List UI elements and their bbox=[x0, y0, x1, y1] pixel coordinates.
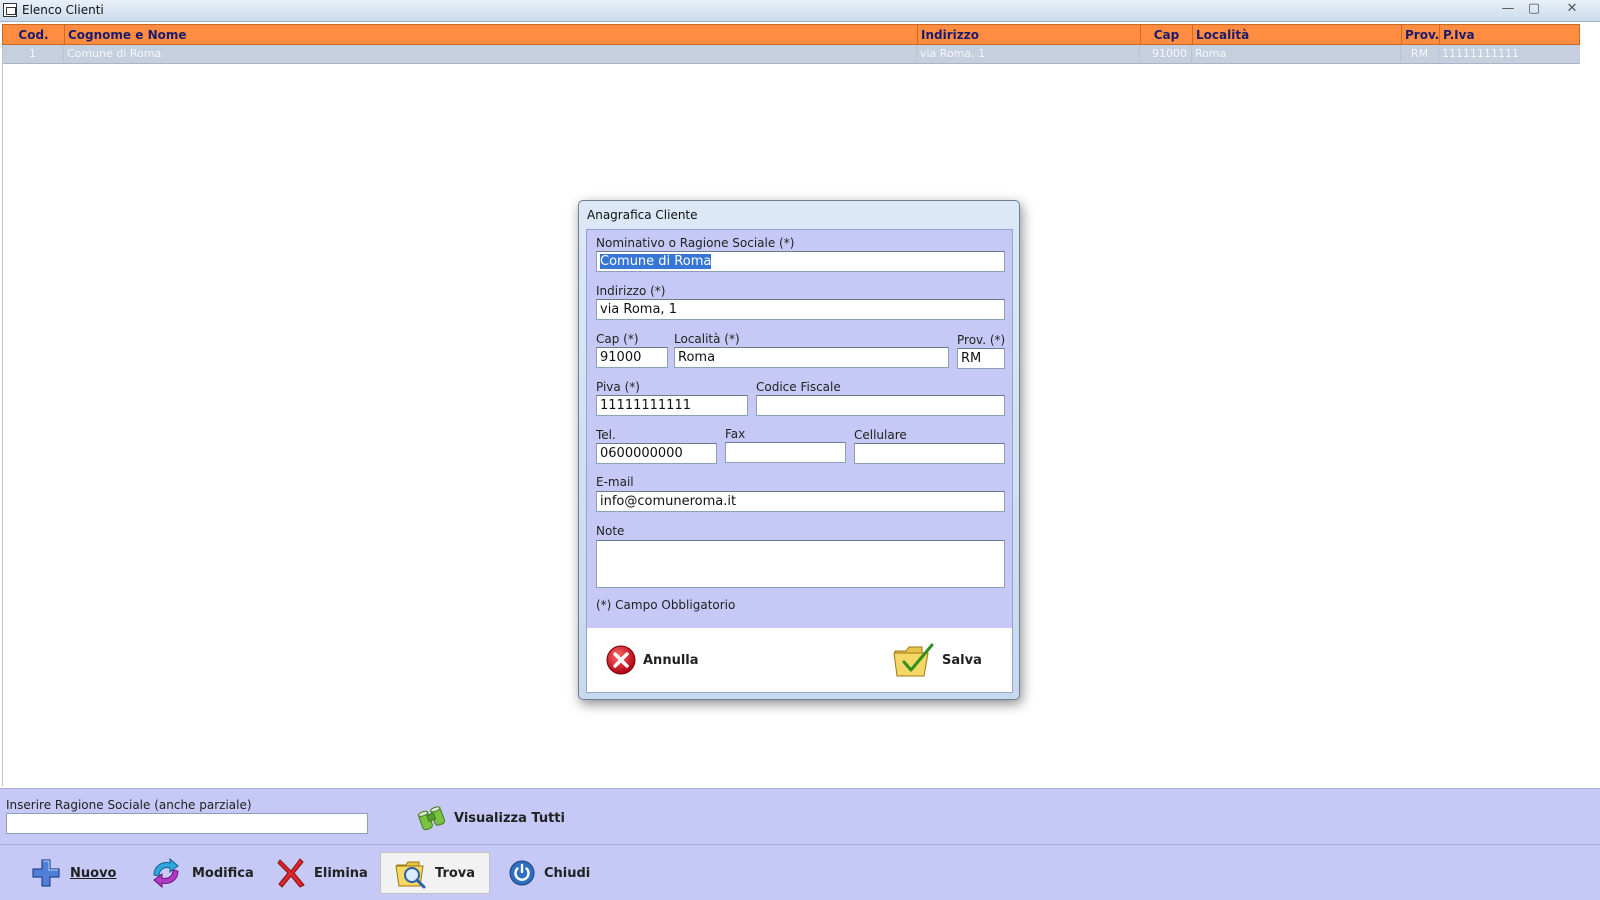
required-note: (*) Campo Obbligatorio bbox=[596, 598, 736, 612]
note-textarea[interactable] bbox=[596, 540, 1005, 588]
column-header-prov[interactable]: Prov. bbox=[1402, 25, 1440, 45]
find-button-label: Trova bbox=[435, 865, 476, 881]
close-button[interactable]: Chiudi bbox=[494, 852, 604, 894]
show-all-label: Visualizza Tutti bbox=[454, 810, 565, 826]
delete-x-icon bbox=[277, 858, 305, 888]
dialog-form-panel: Nominativo o Ragione Sociale (*) Comune … bbox=[586, 229, 1013, 629]
fax-field[interactable] bbox=[725, 442, 846, 463]
window-titlebar: Elenco Clienti — ▢ ✕ bbox=[0, 0, 1600, 22]
client-dialog: Anagrafica Cliente Nominativo o Ragione … bbox=[578, 200, 1020, 700]
app-icon bbox=[3, 3, 17, 17]
localita-field[interactable]: Roma bbox=[674, 347, 949, 368]
piva-label: Piva (*) bbox=[596, 380, 640, 394]
plus-icon bbox=[32, 859, 60, 887]
dialog-title: Anagrafica Cliente bbox=[587, 208, 698, 222]
delete-button-label: Elimina bbox=[314, 865, 368, 881]
edit-button[interactable]: Modifica bbox=[134, 852, 268, 894]
cancel-button-label: Annulla bbox=[643, 652, 699, 668]
cellulare-field[interactable] bbox=[854, 443, 1005, 464]
localita-label: Località (*) bbox=[674, 332, 740, 346]
minimize-button[interactable]: — bbox=[1496, 1, 1520, 19]
edit-button-label: Modifica bbox=[192, 865, 254, 881]
new-button-label: Nuovo bbox=[70, 866, 116, 881]
close-window-button[interactable]: ✕ bbox=[1560, 1, 1584, 19]
search-panel: Inserire Ragione Sociale (anche parziale… bbox=[0, 788, 1600, 844]
codice-fiscale-field[interactable] bbox=[756, 395, 1005, 416]
prov-field[interactable]: RM bbox=[957, 348, 1005, 369]
refresh-arrows-icon bbox=[153, 857, 179, 889]
tel-field[interactable]: 0600000000 bbox=[596, 443, 717, 464]
power-icon bbox=[509, 860, 535, 886]
fax-label: Fax bbox=[725, 427, 746, 441]
find-button[interactable]: Trova bbox=[380, 852, 491, 894]
folder-check-icon bbox=[893, 643, 934, 677]
indirizzo-field[interactable]: via Roma, 1 bbox=[596, 299, 1005, 320]
cancel-icon bbox=[606, 645, 636, 675]
column-header-cod[interactable]: Cod. bbox=[3, 25, 65, 45]
column-header-cap[interactable]: Cap bbox=[1141, 25, 1193, 45]
close-button-label: Chiudi bbox=[544, 865, 591, 881]
column-header-indirizzo[interactable]: Indirizzo bbox=[918, 25, 1141, 45]
codice-fiscale-label: Codice Fiscale bbox=[756, 380, 841, 394]
search-input[interactable] bbox=[6, 813, 368, 834]
indirizzo-label: Indirizzo (*) bbox=[596, 284, 666, 298]
delete-button[interactable]: Elimina bbox=[262, 852, 382, 894]
search-folder-icon bbox=[395, 861, 426, 889]
dialog-footer: Annulla Salva bbox=[586, 628, 1013, 693]
column-header-name[interactable]: Cognome e Nome bbox=[65, 25, 918, 45]
window-title: Elenco Clienti bbox=[22, 3, 104, 17]
new-button-text: Nuovo bbox=[70, 865, 117, 881]
nominativo-value: Comune di Roma bbox=[600, 254, 712, 269]
search-label: Inserire Ragione Sociale (anche parziale… bbox=[6, 798, 252, 812]
tel-label: Tel. bbox=[596, 428, 616, 442]
cap-label: Cap (*) bbox=[596, 332, 639, 346]
column-header-piva[interactable]: P.Iva bbox=[1440, 25, 1581, 45]
cap-field[interactable]: 91000 bbox=[596, 347, 668, 368]
save-button[interactable]: Salva bbox=[892, 640, 982, 680]
email-label: E-mail bbox=[596, 475, 634, 489]
bottom-toolbar: Nuovo Modifica Elimina Trova Chiudi bbox=[0, 844, 1600, 900]
table-header: Cod. Cognome e Nome Indirizzo Cap Locali… bbox=[2, 24, 1580, 45]
binoculars-icon bbox=[417, 806, 446, 831]
piva-field[interactable]: 11111111111 bbox=[596, 395, 748, 416]
prov-label: Prov. (*) bbox=[957, 333, 1006, 347]
new-button[interactable]: Nuovo bbox=[16, 852, 130, 894]
cellulare-label: Cellulare bbox=[854, 428, 907, 442]
maximize-button[interactable]: ▢ bbox=[1522, 1, 1546, 19]
show-all-button[interactable]: Visualizza Tutti bbox=[416, 805, 565, 831]
save-button-label: Salva bbox=[942, 652, 982, 668]
column-header-localita[interactable]: Località bbox=[1193, 25, 1402, 45]
email-field[interactable]: info@comuneroma.it bbox=[596, 491, 1005, 512]
note-label: Note bbox=[596, 524, 625, 538]
nominativo-label: Nominativo o Ragione Sociale (*) bbox=[596, 236, 795, 250]
cancel-button[interactable]: Annulla bbox=[605, 640, 699, 680]
nominativo-field[interactable]: Comune di Roma bbox=[596, 251, 1005, 272]
